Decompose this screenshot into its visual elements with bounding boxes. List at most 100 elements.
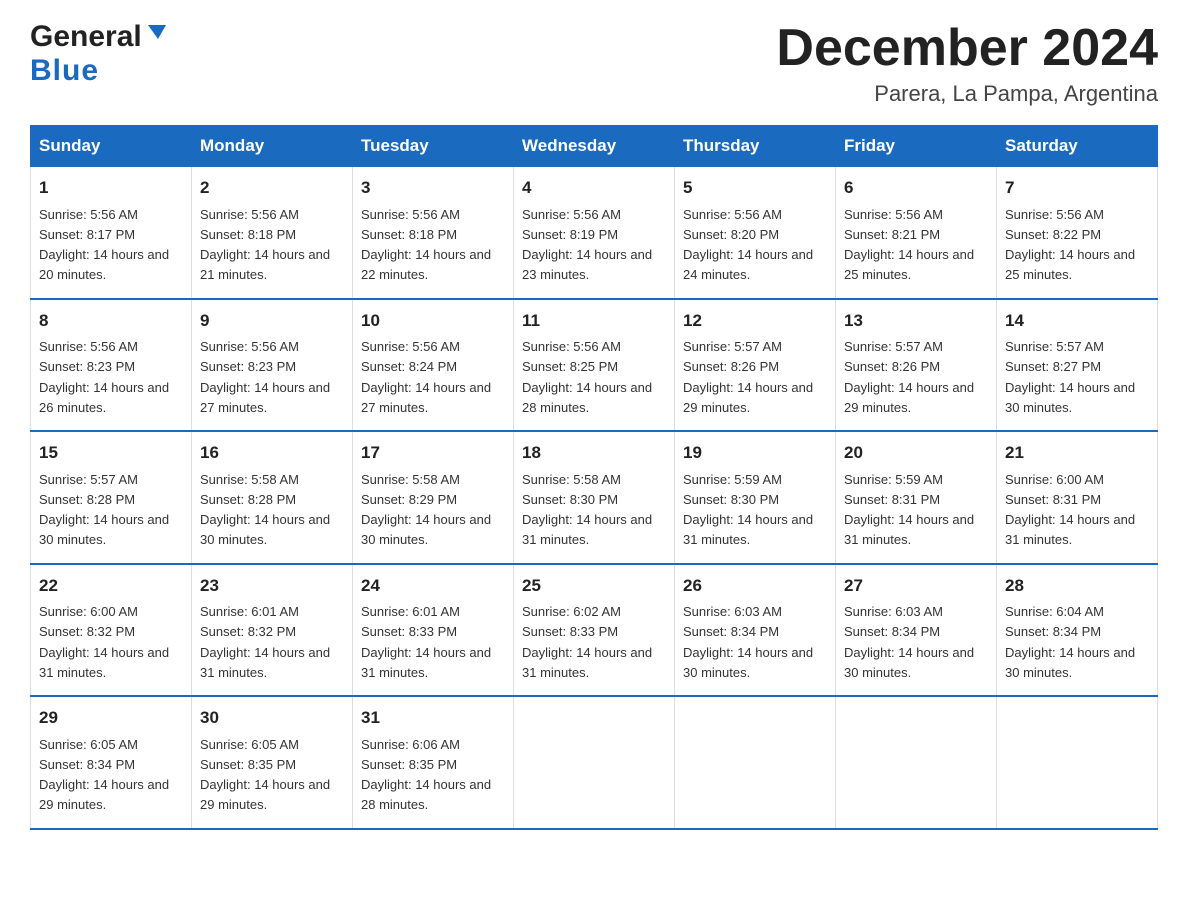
calendar-day-cell bbox=[514, 696, 675, 829]
calendar-day-cell: 2Sunrise: 5:56 AMSunset: 8:18 PMDaylight… bbox=[192, 167, 353, 299]
day-sunrise: Sunrise: 6:03 AM bbox=[844, 604, 943, 619]
calendar-header-row: SundayMondayTuesdayWednesdayThursdayFrid… bbox=[31, 126, 1158, 167]
day-sunset: Sunset: 8:26 PM bbox=[844, 359, 940, 374]
day-daylight: Daylight: 14 hours and 31 minutes. bbox=[39, 645, 169, 680]
day-sunset: Sunset: 8:33 PM bbox=[522, 624, 618, 639]
calendar-week-row: 29 Sunrise: 6:05 AM Sunset: 8:34 PM Dayligh… bbox=[31, 696, 1158, 829]
day-sunset: Sunset: 8:32 PM bbox=[39, 624, 135, 639]
day-sunset: Sunset: 8:32 PM bbox=[200, 624, 296, 639]
calendar-day-header: Monday bbox=[192, 126, 353, 167]
day-sunset: Sunset: 8:30 PM bbox=[683, 492, 779, 507]
day-sunrise: Sunrise: 5:58 AM bbox=[200, 472, 299, 487]
calendar-day-cell: 12Sunrise: 5:57 AMSunset: 8:26 PMDayligh… bbox=[675, 299, 836, 432]
day-number: 3 bbox=[361, 175, 505, 201]
calendar-day-cell: 7Sunrise: 5:56 AMSunset: 8:22 PMDaylight… bbox=[997, 167, 1158, 299]
day-sunrise: Sunrise: 5:56 AM bbox=[361, 339, 460, 354]
calendar-day-cell: 18Sunrise: 5:58 AMSunset: 8:30 PMDayligh… bbox=[514, 431, 675, 564]
day-number: 24 bbox=[361, 573, 505, 599]
day-daylight: Daylight: 14 hours and 27 minutes. bbox=[200, 380, 330, 415]
calendar-week-row: 15 Sunrise: 5:57 AM Sunset: 8:28 PM Dayligh… bbox=[31, 431, 1158, 564]
day-sunrise: Sunrise: 6:00 AM bbox=[39, 604, 138, 619]
day-daylight: Daylight: 14 hours and 31 minutes. bbox=[844, 512, 974, 547]
day-sunrise: Sunrise: 6:03 AM bbox=[683, 604, 782, 619]
day-sunset: Sunset: 8:17 PM bbox=[39, 227, 135, 242]
day-daylight: Daylight: 14 hours and 29 minutes. bbox=[200, 777, 330, 812]
day-sunset: Sunset: 8:34 PM bbox=[39, 757, 135, 772]
calendar-day-cell bbox=[997, 696, 1158, 829]
day-sunset: Sunset: 8:34 PM bbox=[844, 624, 940, 639]
day-number: 5 bbox=[683, 175, 827, 201]
day-daylight: Daylight: 14 hours and 31 minutes. bbox=[1005, 512, 1135, 547]
day-sunset: Sunset: 8:22 PM bbox=[1005, 227, 1101, 242]
day-number: 15 bbox=[39, 440, 183, 466]
calendar-day-cell: 28Sunrise: 6:04 AMSunset: 8:34 PMDayligh… bbox=[997, 564, 1158, 697]
day-sunset: Sunset: 8:34 PM bbox=[1005, 624, 1101, 639]
day-daylight: Daylight: 14 hours and 29 minutes. bbox=[683, 380, 813, 415]
calendar-day-cell: 10Sunrise: 5:56 AMSunset: 8:24 PMDayligh… bbox=[353, 299, 514, 432]
day-daylight: Daylight: 14 hours and 26 minutes. bbox=[39, 380, 169, 415]
day-daylight: Daylight: 14 hours and 23 minutes. bbox=[522, 247, 652, 282]
day-sunrise: Sunrise: 6:01 AM bbox=[361, 604, 460, 619]
day-sunrise: Sunrise: 5:56 AM bbox=[522, 207, 621, 222]
calendar-day-cell: 27 Sunrise: 6:03 AM Sunset: 8:34 PM Dayligh… bbox=[836, 564, 997, 697]
day-sunset: Sunset: 8:21 PM bbox=[844, 227, 940, 242]
logo: General Blue bbox=[30, 20, 172, 88]
logo-general-text: General bbox=[30, 20, 142, 54]
logo-blue-text: Blue bbox=[30, 54, 99, 88]
logo-flag-icon bbox=[144, 21, 172, 49]
calendar-day-cell: 25Sunrise: 6:02 AMSunset: 8:33 PMDayligh… bbox=[514, 564, 675, 697]
day-daylight: Daylight: 14 hours and 30 minutes. bbox=[844, 645, 974, 680]
calendar-day-cell: 17Sunrise: 5:58 AMSunset: 8:29 PMDayligh… bbox=[353, 431, 514, 564]
day-daylight: Daylight: 14 hours and 31 minutes. bbox=[522, 645, 652, 680]
page-header: General Blue December 2024 Parera, La Pa… bbox=[30, 20, 1158, 107]
day-number: 27 bbox=[844, 573, 988, 599]
day-number: 4 bbox=[522, 175, 666, 201]
calendar-day-cell: 1Sunrise: 5:56 AMSunset: 8:17 PMDaylight… bbox=[31, 167, 192, 299]
page-subtitle: Parera, La Pampa, Argentina bbox=[776, 81, 1158, 107]
day-number: 18 bbox=[522, 440, 666, 466]
calendar-day-header: Friday bbox=[836, 126, 997, 167]
calendar-day-header: Saturday bbox=[997, 126, 1158, 167]
day-sunrise: Sunrise: 5:57 AM bbox=[39, 472, 138, 487]
day-daylight: Daylight: 14 hours and 31 minutes. bbox=[361, 645, 491, 680]
day-daylight: Daylight: 14 hours and 30 minutes. bbox=[1005, 380, 1135, 415]
calendar-day-cell: 31Sunrise: 6:06 AMSunset: 8:35 PMDayligh… bbox=[353, 696, 514, 829]
day-sunset: Sunset: 8:19 PM bbox=[522, 227, 618, 242]
day-sunset: Sunset: 8:18 PM bbox=[361, 227, 457, 242]
day-sunset: Sunset: 8:33 PM bbox=[361, 624, 457, 639]
day-number: 16 bbox=[200, 440, 344, 466]
day-sunrise: Sunrise: 5:56 AM bbox=[39, 339, 138, 354]
calendar-day-cell: 20Sunrise: 5:59 AMSunset: 8:31 PMDayligh… bbox=[836, 431, 997, 564]
day-number: 9 bbox=[200, 308, 344, 334]
day-sunrise: Sunrise: 6:06 AM bbox=[361, 737, 460, 752]
day-sunrise: Sunrise: 6:05 AM bbox=[39, 737, 138, 752]
day-number: 31 bbox=[361, 705, 505, 731]
day-number: 13 bbox=[844, 308, 988, 334]
calendar-day-cell: 26Sunrise: 6:03 AMSunset: 8:34 PMDayligh… bbox=[675, 564, 836, 697]
calendar-day-cell: 16Sunrise: 5:58 AMSunset: 8:28 PMDayligh… bbox=[192, 431, 353, 564]
day-number: 12 bbox=[683, 308, 827, 334]
day-sunrise: Sunrise: 6:00 AM bbox=[1005, 472, 1104, 487]
day-number: 7 bbox=[1005, 175, 1149, 201]
calendar-day-header: Tuesday bbox=[353, 126, 514, 167]
day-number: 19 bbox=[683, 440, 827, 466]
day-daylight: Daylight: 14 hours and 30 minutes. bbox=[39, 512, 169, 547]
day-sunset: Sunset: 8:20 PM bbox=[683, 227, 779, 242]
calendar-day-cell: 5Sunrise: 5:56 AMSunset: 8:20 PMDaylight… bbox=[675, 167, 836, 299]
day-sunrise: Sunrise: 5:56 AM bbox=[200, 339, 299, 354]
day-sunrise: Sunrise: 5:59 AM bbox=[683, 472, 782, 487]
day-daylight: Daylight: 14 hours and 29 minutes. bbox=[39, 777, 169, 812]
day-number: 29 bbox=[39, 705, 183, 731]
day-sunset: Sunset: 8:27 PM bbox=[1005, 359, 1101, 374]
calendar-day-cell: 15Sunrise: 5:57 AMSunset: 8:28 PMDayligh… bbox=[31, 431, 192, 564]
day-daylight: Daylight: 14 hours and 30 minutes. bbox=[361, 512, 491, 547]
day-number: 30 bbox=[200, 705, 344, 731]
calendar-day-header: Thursday bbox=[675, 126, 836, 167]
day-sunrise: Sunrise: 5:56 AM bbox=[522, 339, 621, 354]
day-sunset: Sunset: 8:28 PM bbox=[200, 492, 296, 507]
day-daylight: Daylight: 14 hours and 25 minutes. bbox=[1005, 247, 1135, 282]
day-daylight: Daylight: 14 hours and 29 minutes. bbox=[844, 380, 974, 415]
calendar-day-cell bbox=[836, 696, 997, 829]
day-sunset: Sunset: 8:18 PM bbox=[200, 227, 296, 242]
day-number: 17 bbox=[361, 440, 505, 466]
